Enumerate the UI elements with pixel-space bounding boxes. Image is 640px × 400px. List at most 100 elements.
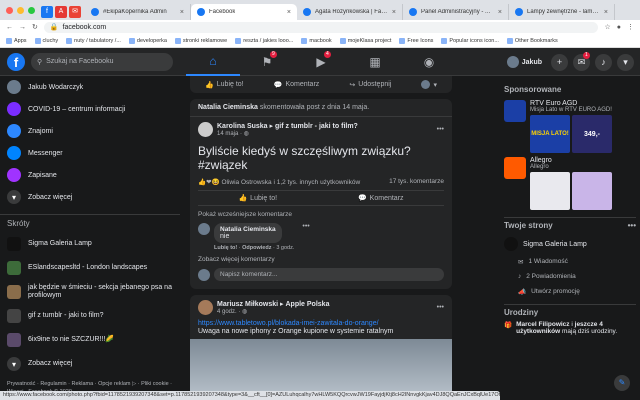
- reactions-summary[interactable]: Oliwia Ostrowska i 1,2 tys. innych użytk…: [221, 179, 360, 186]
- show-previous-comments[interactable]: Pokaż wcześniejsze komentarze: [190, 206, 452, 221]
- comment-button[interactable]: 💬 Komentarz: [358, 194, 404, 203]
- comments-count[interactable]: 17 tys. komentarze: [389, 178, 444, 186]
- close-window-button[interactable]: [6, 6, 13, 14]
- audience-button[interactable]: ▾: [421, 80, 437, 89]
- comment-input[interactable]: Napisz komentarz...: [214, 268, 444, 281]
- profile-icon[interactable]: ●: [617, 24, 621, 31]
- address-bar[interactable]: 🔒 facebook.com: [43, 21, 599, 33]
- bookmark-item[interactable]: nuty / tabulatory /...: [66, 37, 121, 44]
- pages-tab[interactable]: ⚑ 9: [240, 48, 294, 76]
- page-action-item[interactable]: 📣 Utwórz promocję: [500, 284, 640, 299]
- back-icon[interactable]: ←: [6, 24, 13, 31]
- bookmark-item[interactable]: reszta / jakies looo...: [235, 37, 293, 44]
- browser-tab[interactable]: Agata Rozynkowska | Faceboo... ×: [297, 4, 403, 20]
- browser-tab[interactable]: Panel Administracyjny - Aktyw... ×: [403, 4, 509, 20]
- bookmark-item[interactable]: Popular icons icon...: [441, 37, 499, 44]
- shortcut-item[interactable]: Sigma Galeria Lamp: [0, 232, 180, 256]
- see-more-comments[interactable]: Zobacz więcej komentarzy: [190, 253, 452, 266]
- more-options-icon[interactable]: •••: [437, 126, 444, 133]
- bookmark-item[interactable]: Free Icons: [399, 37, 433, 44]
- reload-icon[interactable]: ↻: [32, 23, 38, 31]
- pinned-tab[interactable]: f: [41, 6, 53, 18]
- messenger-button[interactable]: ✉ 1: [573, 51, 590, 71]
- maximize-window-button[interactable]: [28, 6, 35, 14]
- browser-tab[interactable]: Lampy zewnętrzne - lampypol... ×: [509, 4, 615, 20]
- close-tab-icon[interactable]: ×: [392, 9, 396, 16]
- birthday-name[interactable]: Marcel Filipowicz: [516, 321, 569, 328]
- menu-icon[interactable]: ⋮: [627, 23, 634, 31]
- favicon-icon: [409, 8, 417, 16]
- new-message-button[interactable]: ✎: [614, 375, 630, 391]
- ad-allegro[interactable]: Allegro Allegro: [500, 155, 640, 212]
- page-action-item[interactable]: ♪ 2 Powiadomienia: [500, 269, 640, 284]
- sidebar-item[interactable]: ▾ Zobacz więcej: [0, 186, 180, 208]
- birthday-notice[interactable]: 🎁 Marcel Filipowicz i jeszcze 4 użytkown…: [500, 321, 640, 335]
- marketplace-tab[interactable]: ▦: [348, 48, 402, 76]
- close-tab-icon[interactable]: ×: [287, 9, 291, 16]
- post-group[interactable]: gif z tumblr - jaki to film?: [275, 123, 358, 130]
- bookmark-item[interactable]: Apps: [6, 37, 27, 44]
- post-hashtag[interactable]: #związek: [198, 158, 444, 172]
- bookmark-item[interactable]: developerka: [128, 37, 167, 44]
- sidebar-item[interactable]: Jakub Wodarczyk: [0, 76, 180, 98]
- star-icon[interactable]: ☆: [604, 23, 610, 31]
- context-author[interactable]: Natalia Cieminska: [198, 104, 258, 111]
- commenter-name[interactable]: Natalia Cieminska: [220, 226, 276, 233]
- bookmark-item[interactable]: stronki reklamowe: [174, 37, 227, 44]
- bookmark-item[interactable]: cluchy: [34, 37, 58, 44]
- shortcut-item[interactable]: gif z tumblr - jaki to film?: [0, 304, 180, 328]
- bookmark-item[interactable]: Other Bookmarks: [506, 37, 558, 44]
- more-options-icon[interactable]: •••: [437, 304, 444, 311]
- shortcut-item[interactable]: jak będzie w śmieciu - sekcja jebanego p…: [0, 280, 180, 304]
- forward-icon[interactable]: →: [19, 24, 26, 31]
- shortcut-item[interactable]: ▾ Zobacz więcej: [0, 352, 180, 376]
- sidebar-item[interactable]: Messenger: [0, 142, 180, 164]
- minimize-window-button[interactable]: [17, 6, 24, 14]
- comment-like-link[interactable]: Lubię to!: [214, 245, 237, 251]
- page-row[interactable]: Sigma Galeria Lamp: [500, 234, 640, 254]
- post-time[interactable]: 4 godz.: [217, 309, 237, 315]
- pinned-tab[interactable]: ✉: [69, 6, 81, 18]
- shortcut-item[interactable]: 6ix9ine to nie SZCZUR!!!🌽: [0, 328, 180, 352]
- like-button[interactable]: 👍 Lubię to!: [205, 81, 244, 89]
- pinned-tab[interactable]: A: [55, 6, 67, 18]
- post-author[interactable]: Mariusz Miłkowski: [217, 301, 278, 308]
- like-button[interactable]: 👍 Lubię to!: [238, 194, 277, 203]
- commenter-avatar[interactable]: [198, 223, 210, 235]
- post-page[interactable]: Apple Polska: [286, 301, 330, 308]
- profile-link[interactable]: Jakub: [506, 56, 542, 68]
- search-input[interactable]: ⚲ Szukaj na Facebooku: [31, 52, 173, 71]
- post-date[interactable]: 14 maja: [217, 131, 238, 137]
- comment-time[interactable]: 3 godz.: [276, 245, 294, 251]
- create-button[interactable]: +: [551, 53, 568, 71]
- page-action-item[interactable]: ✉ 1 Wiadomość: [500, 254, 640, 269]
- browser-tab[interactable]: Facebook ×: [191, 4, 297, 20]
- sidebar-item[interactable]: Znajomi: [0, 120, 180, 142]
- home-tab[interactable]: ⌂: [186, 48, 240, 76]
- author-avatar[interactable]: [198, 122, 213, 137]
- ad-rtv[interactable]: RTV Euro AGD Misja Lato w RTV EURO AGD! …: [500, 98, 640, 155]
- sidebar-item[interactable]: Zapisane: [0, 164, 180, 186]
- account-menu-button[interactable]: ▾: [617, 53, 634, 71]
- close-tab-icon[interactable]: ×: [180, 9, 184, 16]
- comment-button[interactable]: 💬 Komentarz: [274, 81, 320, 89]
- bookmark-item[interactable]: macbook: [301, 37, 332, 44]
- share-button[interactable]: ↪ Udostępnij: [349, 81, 391, 89]
- notifications-button[interactable]: ♪: [595, 53, 612, 71]
- comment-reply-link[interactable]: Odpowiedz: [242, 245, 271, 251]
- close-tab-icon[interactable]: ×: [498, 9, 502, 16]
- browser-tab[interactable]: #EkipaKopernika Admin ×: [85, 4, 191, 20]
- close-tab-icon[interactable]: ×: [604, 9, 608, 16]
- sidebar-item[interactable]: COVID-19 – centrum informacji: [0, 98, 180, 120]
- post-link[interactable]: https://www.tabletowo.pl/blokada-imei-za…: [190, 320, 452, 327]
- shortcut-item[interactable]: ESlandscapesltd - London landscapes: [0, 256, 180, 280]
- bookmark-item[interactable]: mojeKlasa project: [339, 37, 391, 44]
- post-author[interactable]: Karolina Suska: [217, 123, 268, 130]
- groups-tab[interactable]: ◉: [402, 48, 456, 76]
- author-avatar[interactable]: [198, 300, 213, 315]
- comment-options-icon[interactable]: •••: [302, 223, 309, 251]
- more-options-icon[interactable]: •••: [628, 218, 636, 234]
- facebook-logo[interactable]: f: [7, 52, 25, 71]
- post-image[interactable]: [190, 339, 452, 399]
- watch-tab[interactable]: ▶ 4: [294, 48, 348, 76]
